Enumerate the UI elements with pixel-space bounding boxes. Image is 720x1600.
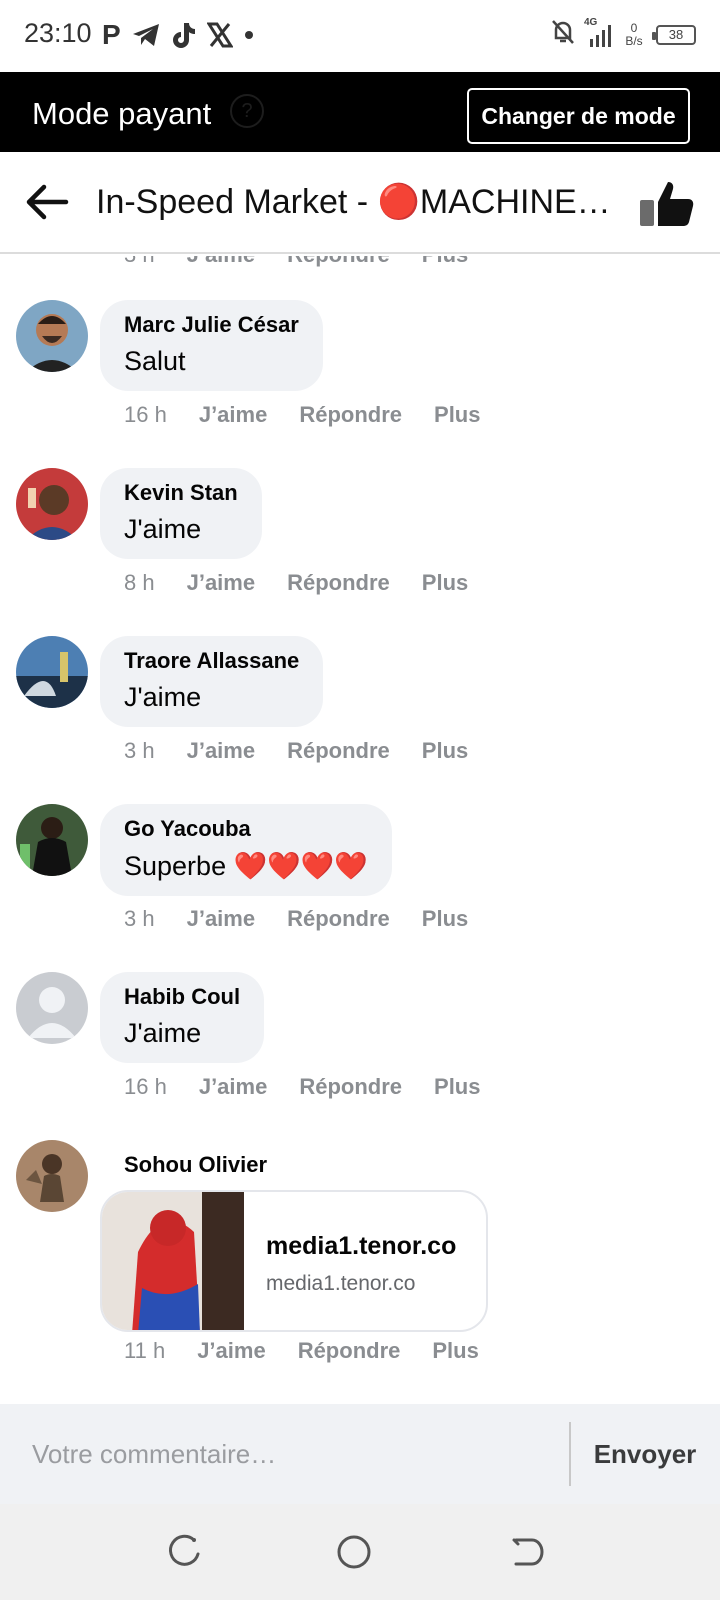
reply-link[interactable]: Répondre bbox=[299, 1074, 402, 1100]
reply-link[interactable]: Répondre bbox=[287, 570, 390, 596]
avatar[interactable] bbox=[16, 636, 88, 708]
comment-author[interactable]: Traore Allassane bbox=[124, 648, 299, 674]
more-link[interactable]: Plus bbox=[422, 570, 468, 596]
net-speed-value: 0 bbox=[630, 20, 638, 35]
default-avatar-icon[interactable] bbox=[16, 972, 88, 1044]
avatar[interactable] bbox=[16, 468, 88, 540]
comment-actions: 3 h J’aime Répondre Plus bbox=[124, 906, 468, 932]
comment-author[interactable]: Sohou Olivier bbox=[124, 1152, 267, 1178]
thumbs-up-icon[interactable] bbox=[638, 178, 696, 228]
more-link[interactable]: Plus bbox=[422, 906, 468, 932]
comment-author[interactable]: Marc Julie César bbox=[124, 312, 299, 338]
comments-list: 3 h J’aime Répondre Plus Marc Julie Césa… bbox=[0, 256, 720, 1404]
mode-title: Mode payant bbox=[32, 96, 212, 131]
more-link[interactable]: Plus bbox=[434, 1074, 480, 1100]
divider bbox=[569, 1422, 571, 1486]
reply-link[interactable]: Répondre bbox=[287, 906, 390, 932]
like-link[interactable]: J’aime bbox=[199, 402, 268, 428]
like-link[interactable]: J’aime bbox=[187, 738, 256, 764]
status-time: 23:10 bbox=[24, 18, 92, 48]
avatar[interactable] bbox=[16, 804, 88, 876]
link-title: media1.tenor.co bbox=[266, 1232, 457, 1260]
page-title: In-Speed Market - 🔴MACHINE… bbox=[96, 183, 611, 221]
send-button[interactable]: Envoyer bbox=[580, 1426, 710, 1482]
change-mode-button[interactable]: Changer de mode bbox=[467, 88, 690, 144]
comment-composer: Envoyer bbox=[0, 1404, 720, 1504]
comment-actions: 11 h J’aime Répondre Plus bbox=[124, 1338, 479, 1364]
help-symbol: ? bbox=[241, 99, 253, 122]
parking-icon: P bbox=[102, 19, 121, 50]
back-nav-icon[interactable] bbox=[506, 1532, 546, 1572]
comment-text: J'aime bbox=[124, 514, 202, 544]
comment-text: J'aime bbox=[124, 1018, 202, 1048]
notification-icons: P bbox=[102, 19, 255, 50]
more-link[interactable]: Plus bbox=[422, 256, 468, 268]
avatar[interactable] bbox=[16, 300, 88, 372]
like-link[interactable]: J’aime bbox=[199, 1074, 268, 1100]
comment-actions: 16 h J’aime Répondre Plus bbox=[124, 402, 480, 428]
comment-author[interactable]: Go Yacouba bbox=[124, 816, 368, 842]
battery-icon: 38 bbox=[652, 24, 696, 45]
dot-icon bbox=[243, 20, 255, 50]
comment-time: 3 h bbox=[124, 256, 155, 268]
comment-time: 8 h bbox=[124, 570, 155, 595]
help-icon[interactable]: ? bbox=[230, 94, 264, 128]
partial-comment-actions: 3 h J’aime Répondre Plus bbox=[124, 256, 468, 268]
link-domain: media1.tenor.co bbox=[266, 1272, 416, 1295]
comment-text: J'aime bbox=[124, 682, 202, 712]
recent-apps-icon[interactable] bbox=[164, 1532, 204, 1572]
telegram-icon bbox=[131, 20, 161, 50]
status-bar: 23:10 P 4G 0 B/s 38 bbox=[0, 0, 720, 72]
comment-input[interactable] bbox=[16, 1418, 556, 1490]
more-link[interactable]: Plus bbox=[432, 1338, 478, 1364]
comment-bubble[interactable]: Habib Coul J'aime bbox=[100, 972, 265, 1063]
comment-time: 16 h bbox=[124, 1074, 167, 1099]
comment-bubble[interactable]: Kevin Stan J'aime bbox=[100, 468, 262, 559]
comment-text: Salut bbox=[124, 346, 186, 376]
comment-author[interactable]: Habib Coul bbox=[124, 984, 240, 1010]
like-link[interactable]: J’aime bbox=[187, 570, 256, 596]
comment-time: 11 h bbox=[124, 1338, 166, 1363]
net-speed-unit: B/s bbox=[625, 33, 643, 48]
mode-bar: Mode payant ? Changer de mode bbox=[0, 72, 720, 152]
reply-link[interactable]: Répondre bbox=[287, 256, 390, 268]
comment-actions: 3 h J’aime Répondre Plus bbox=[124, 738, 468, 764]
link-thumbnail bbox=[102, 1192, 244, 1330]
battery-level: 38 bbox=[668, 27, 684, 42]
reply-link[interactable]: Répondre bbox=[299, 402, 402, 428]
comment-time: 3 h bbox=[124, 738, 155, 763]
link-preview-card[interactable]: media1.tenor.co media1.tenor.co bbox=[100, 1190, 488, 1332]
signal-icon: 4G bbox=[584, 17, 612, 49]
home-icon[interactable] bbox=[334, 1532, 374, 1572]
network-type-label: 4G bbox=[584, 16, 598, 28]
reply-link[interactable]: Répondre bbox=[298, 1338, 401, 1364]
comment-bubble[interactable]: Marc Julie César Salut bbox=[100, 300, 323, 391]
comment-bubble[interactable]: Traore Allassane J'aime bbox=[100, 636, 324, 727]
comment-bubble[interactable]: Go Yacouba Superbe ❤️❤️❤️❤️ bbox=[100, 804, 393, 896]
reply-link[interactable]: Répondre bbox=[287, 738, 390, 764]
bell-off-icon bbox=[550, 18, 576, 51]
net-speed: 0 B/s bbox=[622, 20, 646, 48]
page-header: In-Speed Market - 🔴MACHINE… bbox=[0, 152, 720, 254]
tiktok-icon bbox=[171, 20, 197, 50]
back-arrow-icon[interactable] bbox=[24, 182, 70, 222]
comment-text: Superbe ❤️❤️❤️❤️ bbox=[124, 851, 369, 881]
system-status-icons: 4G 0 B/s 38 bbox=[550, 17, 696, 51]
avatar[interactable] bbox=[16, 1140, 88, 1212]
like-link[interactable]: J’aime bbox=[187, 906, 256, 932]
x-icon bbox=[206, 20, 233, 50]
comment-actions: 16 h J’aime Répondre Plus bbox=[124, 1074, 480, 1100]
comment-actions: 8 h J’aime Répondre Plus bbox=[124, 570, 468, 596]
more-link[interactable]: Plus bbox=[422, 738, 468, 764]
system-nav-bar bbox=[0, 1504, 720, 1600]
more-link[interactable]: Plus bbox=[434, 402, 480, 428]
comment-time: 16 h bbox=[124, 402, 167, 427]
like-link[interactable]: J’aime bbox=[187, 256, 256, 268]
like-link[interactable]: J’aime bbox=[197, 1338, 266, 1364]
comment-time: 3 h bbox=[124, 906, 155, 931]
comment-author[interactable]: Kevin Stan bbox=[124, 480, 238, 506]
